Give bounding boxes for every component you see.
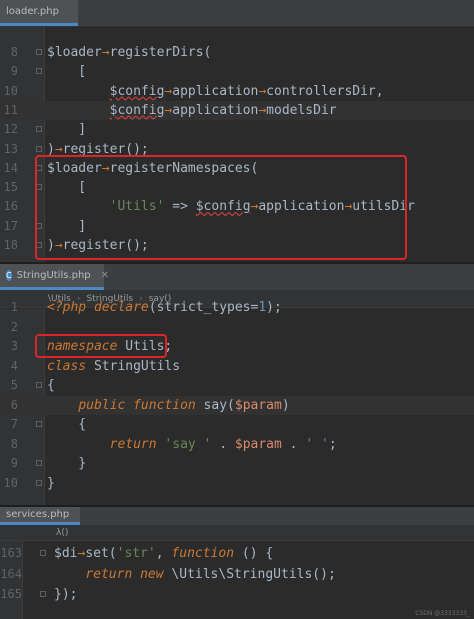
fold-icon[interactable]	[40, 550, 46, 556]
code-line[interactable]: 12 ]	[0, 120, 474, 139]
fold-icon[interactable]	[40, 591, 46, 597]
code-line[interactable]: 163 $di→set('str', function () {	[0, 544, 474, 563]
code-line[interactable]: 10 $config→application→controllersDir,	[0, 82, 474, 101]
line-number: 10	[3, 475, 18, 490]
breadcrumb: λ()	[0, 525, 474, 541]
code-text: public function say($param)	[78, 397, 290, 413]
class-file-icon: C	[6, 270, 12, 281]
fold-icon[interactable]	[36, 421, 42, 427]
code-text: });	[54, 587, 78, 602]
line-number: 10	[3, 83, 18, 98]
code-area[interactable]: 163 $di→set('str', function () { 164 retur…	[0, 544, 474, 619]
tab-bar: loader.php	[0, 0, 474, 27]
line-number: 18	[3, 238, 18, 252]
line-number: 17	[3, 218, 18, 233]
code-line[interactable]: 1 <?php declare(strict_types=1);	[0, 298, 474, 317]
editor-pane-services: services.php λ() 163 $di→set('str', funct…	[0, 507, 474, 619]
code-text: $loader→registerDirs(	[47, 45, 212, 60]
fold-icon[interactable]	[36, 68, 42, 75]
line-number: 13	[3, 141, 18, 156]
code-text: $config→application→modelsDir	[109, 102, 337, 118]
line-number: 15	[3, 180, 18, 195]
editor-pane-loader: loader.php 8 $loader→registerDirs(9 [10 $…	[0, 0, 474, 262]
close-icon[interactable]: ✕	[101, 270, 109, 281]
code-line[interactable]: 164 return new \Utils\StringUtils();	[0, 565, 474, 584]
line-number: 8	[10, 436, 18, 451]
tab-bar: services.php	[0, 507, 474, 526]
code-line[interactable]: 5{	[0, 376, 474, 395]
editor-pane-stringutils: C StringUtils.php ✕ \Utils › StringUtils…	[0, 264, 474, 505]
code-line[interactable]: 165});	[0, 585, 474, 604]
fold-icon[interactable]	[36, 382, 42, 388]
line-number: 1	[10, 300, 18, 314]
code-line[interactable]: 9 }	[0, 454, 474, 473]
line-number: 6	[10, 397, 18, 412]
tab-stringutils-php[interactable]: C StringUtils.php ✕	[0, 264, 109, 290]
line-number: 12	[3, 122, 18, 137]
line-number: 5	[10, 378, 18, 392]
line-number: 9	[10, 64, 18, 79]
code-text: class StringUtils	[47, 358, 181, 374]
code-text: }	[47, 456, 87, 471]
code-area[interactable]: 1 <?php declare(strict_types=1); 2 3 namespa…	[0, 298, 474, 505]
code-text: [	[47, 64, 87, 80]
fold-icon[interactable]	[36, 49, 42, 55]
fold-icon[interactable]	[36, 145, 42, 152]
code-text: ]	[47, 122, 87, 138]
code-text: return 'say ' . $param . ' ';	[109, 436, 337, 452]
code-text: $config→application→controllersDir,	[109, 83, 384, 99]
tab-loader-php[interactable]: loader.php	[0, 0, 78, 26]
line-number: 4	[10, 358, 18, 373]
line-number: 9	[10, 456, 18, 470]
code-text: {	[47, 378, 55, 393]
code-line[interactable]: 8 return 'say ' . $param . ' ';	[0, 435, 474, 454]
code-line[interactable]: 9 [	[0, 62, 474, 81]
code-line[interactable]: 11 $config→application→modelsDir	[0, 100, 474, 120]
code-line[interactable]: 8 $loader→registerDirs(	[0, 43, 474, 62]
line-number: 7	[10, 417, 18, 431]
fold-icon[interactable]	[36, 479, 42, 486]
line-number: 14	[3, 160, 18, 175]
line-number: 3	[10, 339, 18, 353]
line-number: 8	[10, 45, 18, 59]
line-number: 11	[3, 102, 18, 117]
line-number: 163	[0, 546, 22, 560]
code-line[interactable]: 10}	[0, 474, 474, 493]
code-line[interactable]: 6 public function say($param)	[0, 395, 474, 415]
fold-icon[interactable]	[36, 460, 42, 466]
code-text: $di→set('str', function () {	[54, 546, 274, 561]
highlight-box-register-namespaces	[35, 155, 407, 260]
code-line[interactable]: 7 {	[0, 415, 474, 434]
line-number: 165	[0, 587, 22, 601]
line-number: 164	[0, 566, 22, 581]
watermark: CSDN @3333333_	[415, 610, 470, 617]
fold-icon[interactable]	[36, 126, 42, 133]
code-text: <?php declare(strict_types=1);	[47, 300, 282, 315]
tab-bar: C StringUtils.php ✕	[0, 264, 474, 291]
line-number: 16	[3, 199, 18, 214]
code-line[interactable]: 4 class StringUtils	[0, 357, 474, 376]
code-text: {	[47, 417, 87, 432]
highlight-box-namespace	[35, 334, 167, 358]
code-text: }	[47, 475, 55, 491]
tab-services-php[interactable]: services.php	[0, 507, 80, 525]
line-number: 2	[10, 319, 18, 334]
code-text: return new \Utils\StringUtils();	[85, 566, 336, 582]
breadcrumb-item[interactable]: λ()	[56, 528, 68, 538]
